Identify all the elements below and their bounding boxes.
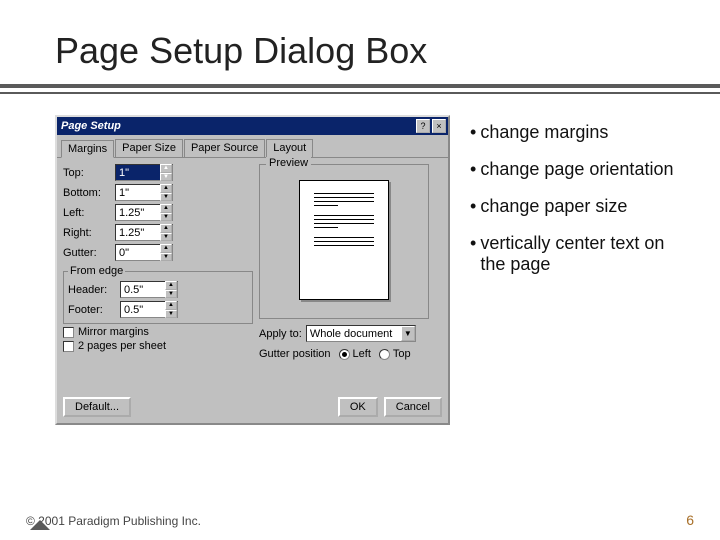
tab-paper-source[interactable]: Paper Source <box>184 139 265 157</box>
title-rule-2 <box>0 92 720 94</box>
title-rule-1 <box>0 84 720 88</box>
mirror-margins-checkbox[interactable] <box>63 327 74 338</box>
bottom-label: Bottom: <box>63 187 115 199</box>
tab-margins[interactable]: Margins <box>61 140 114 158</box>
copyright-footer: © 2001 Paradigm Publishing Inc. <box>26 514 201 528</box>
header-label: Header: <box>68 284 120 296</box>
preview-group: Preview <box>259 164 429 319</box>
tab-paper-size[interactable]: Paper Size <box>115 139 183 157</box>
header-value: 0.5" <box>121 284 165 296</box>
gutter-label: Gutter: <box>63 247 115 259</box>
top-margin-value: 1" <box>116 167 160 179</box>
bullet-dot: • <box>470 233 476 275</box>
gutter-field[interactable]: 0" ▲▼ <box>115 244 173 261</box>
bullet-3: change paper size <box>480 196 627 217</box>
gutter-top-radio[interactable] <box>379 349 390 360</box>
right-label: Right: <box>63 227 115 239</box>
right-margin-value: 1.25" <box>116 227 160 239</box>
two-pages-checkbox[interactable] <box>63 341 74 352</box>
cancel-button[interactable]: Cancel <box>384 397 442 417</box>
apply-to-value: Whole document <box>310 328 393 340</box>
help-button[interactable]: ? <box>416 119 430 133</box>
bullet-dot: • <box>470 196 476 217</box>
apply-to-dropdown[interactable]: Whole document ▼ <box>306 325 416 342</box>
footer-value: 0.5" <box>121 304 165 316</box>
dialog-caption: Page Setup <box>61 120 121 132</box>
chevron-down-icon: ▼ <box>401 326 415 341</box>
footer-label: Footer: <box>68 304 120 316</box>
left-margin-field[interactable]: 1.25" ▲▼ <box>115 204 173 221</box>
mirror-margins-row[interactable]: Mirror margins <box>63 326 253 338</box>
tab-layout[interactable]: Layout <box>266 139 313 157</box>
two-pages-label: 2 pages per sheet <box>78 340 166 352</box>
gutter-position-label: Gutter position <box>259 348 331 360</box>
bottom-spinner[interactable]: ▲▼ <box>160 184 172 201</box>
bottom-margin-field[interactable]: 1" ▲▼ <box>115 184 173 201</box>
slide-title: Page Setup Dialog Box <box>55 30 427 72</box>
preview-legend: Preview <box>266 157 311 169</box>
top-spinner[interactable]: ▲▼ <box>160 164 172 181</box>
bullet-4: vertically center text on the page <box>480 233 690 275</box>
bottom-margin-value: 1" <box>116 187 160 199</box>
gutter-left-radio[interactable] <box>339 349 350 360</box>
from-edge-group: From edge Header: 0.5" ▲▼ Footer: 0.5" ▲… <box>63 265 253 324</box>
mirror-margins-label: Mirror margins <box>78 326 149 338</box>
top-label: Top: <box>63 167 115 179</box>
left-margin-value: 1.25" <box>116 207 160 219</box>
bullet-1: change margins <box>480 122 608 143</box>
left-spinner[interactable]: ▲▼ <box>160 204 172 221</box>
page-preview <box>299 180 389 300</box>
page-setup-dialog: Page Setup ? × Margins Paper Size Paper … <box>55 115 450 425</box>
two-pages-row[interactable]: 2 pages per sheet <box>63 340 253 352</box>
ok-button[interactable]: OK <box>338 397 378 417</box>
header-spinner[interactable]: ▲▼ <box>165 281 177 298</box>
right-spinner[interactable]: ▲▼ <box>160 224 172 241</box>
left-label: Left: <box>63 207 115 219</box>
bullet-dot: • <box>470 159 476 180</box>
apply-to-label: Apply to: <box>259 328 302 340</box>
dialog-titlebar: Page Setup ? × <box>57 117 448 135</box>
gutter-left-label: Left <box>353 348 371 360</box>
gutter-spinner[interactable]: ▲▼ <box>160 244 172 261</box>
from-edge-legend: From edge <box>68 265 125 277</box>
tab-strip: Margins Paper Size Paper Source Layout <box>57 135 448 158</box>
footer-spinner[interactable]: ▲▼ <box>165 301 177 318</box>
page-number: 6 <box>686 512 694 528</box>
gutter-value: 0" <box>116 247 160 259</box>
bullet-dot: • <box>470 122 476 143</box>
header-field[interactable]: 0.5" ▲▼ <box>120 281 178 298</box>
default-button[interactable]: Default... <box>63 397 131 417</box>
right-margin-field[interactable]: 1.25" ▲▼ <box>115 224 173 241</box>
footer-field[interactable]: 0.5" ▲▼ <box>120 301 178 318</box>
gutter-top-label: Top <box>393 348 411 360</box>
top-margin-field[interactable]: 1" ▲▼ <box>115 164 173 181</box>
bullet-list: •change margins •change page orientation… <box>470 122 690 291</box>
bullet-2: change page orientation <box>480 159 673 180</box>
close-button[interactable]: × <box>432 119 446 133</box>
corner-decoration <box>30 520 50 530</box>
